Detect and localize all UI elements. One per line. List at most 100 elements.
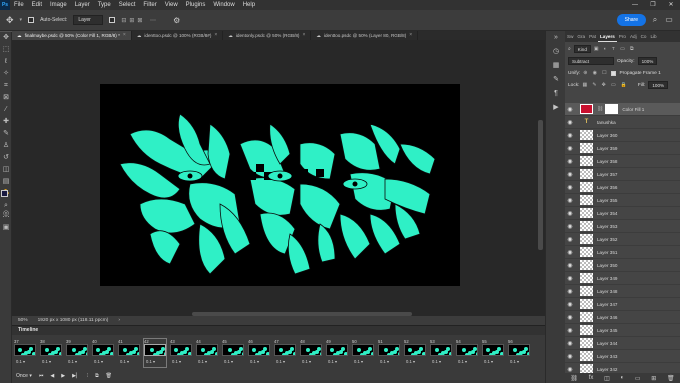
visibility-eye-icon[interactable]: ◉ bbox=[565, 353, 575, 360]
paragraph-icon[interactable]: ¶ bbox=[546, 87, 566, 101]
visibility-eye-icon[interactable]: ◉ bbox=[565, 366, 575, 373]
layer-row[interactable]: ◉ Ttanushka bbox=[565, 116, 680, 129]
panel-tab-sw[interactable]: Sw bbox=[565, 31, 575, 42]
visibility-eye-icon[interactable]: ◉ bbox=[565, 288, 575, 295]
align-icons[interactable]: ⊟⊞⊠ ⋯ bbox=[121, 17, 159, 24]
gear-icon[interactable]: ⚙ bbox=[173, 16, 180, 25]
visibility-eye-icon[interactable]: ◉ bbox=[565, 236, 575, 243]
add-mask-icon[interactable]: ◫ bbox=[604, 375, 610, 382]
menu-layer[interactable]: Layer bbox=[71, 0, 94, 10]
screen-mode-icon[interactable]: ▣ bbox=[0, 222, 12, 234]
timeline-frame[interactable]: 44 0.1 ▾ bbox=[196, 339, 218, 367]
menu-window[interactable]: Window bbox=[209, 0, 238, 10]
timeline-frame[interactable]: 40 0.1 ▾ bbox=[92, 339, 114, 367]
tool-preset-dropdown[interactable]: ▾ bbox=[20, 17, 23, 23]
timeline-frame[interactable]: 37 0.1 ▾ bbox=[14, 339, 36, 367]
timeline-frame[interactable]: 54 0.1 ▾ bbox=[456, 339, 478, 367]
timeline-frame[interactable]: 42 0.1 ▾ bbox=[143, 338, 167, 368]
share-button[interactable]: Share bbox=[616, 14, 646, 26]
fill-input[interactable]: 100% bbox=[648, 81, 669, 89]
magic-wand-tool-icon[interactable]: ✧ bbox=[0, 68, 12, 80]
first-frame-icon[interactable]: ⏮ bbox=[39, 373, 44, 379]
link-layers-icon[interactable]: ⛓ bbox=[570, 375, 578, 382]
filter-kind-dropdown[interactable]: Kind bbox=[573, 45, 591, 53]
frame-delay-dropdown[interactable]: 0.1 ▾ bbox=[146, 359, 155, 364]
layer-row[interactable]: ◉ Layer 360 bbox=[565, 129, 680, 142]
visibility-eye-icon[interactable]: ◉ bbox=[565, 158, 575, 165]
lasso-tool-icon[interactable]: ℓ bbox=[0, 56, 12, 68]
timeline-frame[interactable]: 53 0.1 ▾ bbox=[430, 339, 452, 367]
trash-icon[interactable]: 🗑 bbox=[667, 375, 675, 382]
document-tab[interactable]: ☁ identonly.psdc @ 50% (RGB/8) × bbox=[223, 31, 312, 40]
visibility-eye-icon[interactable]: ◉ bbox=[565, 171, 575, 178]
panel-tab-pat[interactable]: Pat bbox=[587, 31, 598, 42]
layer-row[interactable]: ◉ Layer 357 bbox=[565, 168, 680, 181]
timeline-frame[interactable]: 39 0.1 ▾ bbox=[66, 339, 88, 367]
timeline-frame[interactable]: 56 0.1 ▾ bbox=[508, 339, 530, 367]
frame-delay-dropdown[interactable]: 0.1 ▾ bbox=[68, 359, 77, 364]
close-tab-icon[interactable]: × bbox=[214, 31, 217, 40]
propagate-checkbox[interactable] bbox=[611, 70, 617, 76]
layer-row[interactable]: ◉ ⛓ Color Fill 1 bbox=[565, 103, 680, 116]
canvas-area[interactable] bbox=[12, 40, 545, 316]
visibility-eye-icon[interactable]: ◉ bbox=[565, 314, 575, 321]
actions-icon[interactable]: ▶ bbox=[546, 101, 566, 115]
frame-delay-dropdown[interactable]: 0.1 ▾ bbox=[380, 359, 389, 364]
frame-delay-dropdown[interactable]: 0.1 ▾ bbox=[120, 359, 129, 364]
history-icon[interactable]: ◷ bbox=[546, 45, 566, 59]
gradient-tool-icon[interactable]: ▤ bbox=[0, 176, 12, 188]
layer-row[interactable]: ◉ Layer 351 bbox=[565, 246, 680, 259]
duplicate-frame-icon[interactable]: ⧉ bbox=[95, 373, 99, 379]
menu-file[interactable]: File bbox=[10, 0, 28, 10]
status-arrow-icon[interactable]: › bbox=[118, 316, 120, 325]
brush-settings-icon[interactable]: ✎ bbox=[546, 73, 566, 87]
layer-row[interactable]: ◉ Layer 347 bbox=[565, 298, 680, 311]
vertical-scrollbar[interactable] bbox=[538, 120, 543, 250]
filter-icons[interactable]: ▣ ◐ T ▭ ⧉ bbox=[594, 46, 635, 52]
stamp-tool-icon[interactable]: ♙ bbox=[0, 140, 12, 152]
next-frame-icon[interactable]: ▶▏ bbox=[72, 373, 80, 379]
visibility-eye-icon[interactable]: ◉ bbox=[565, 145, 575, 152]
timeline-frame[interactable]: 41 0.1 ▾ bbox=[118, 339, 140, 367]
frame-delay-dropdown[interactable]: 0.1 ▾ bbox=[484, 359, 493, 364]
timeline-frame[interactable]: 46 0.1 ▾ bbox=[248, 339, 270, 367]
visibility-eye-icon[interactable]: ◉ bbox=[565, 262, 575, 269]
menu-image[interactable]: Image bbox=[46, 0, 71, 10]
timeline-frame[interactable]: 47 0.1 ▾ bbox=[274, 339, 296, 367]
document-info[interactable]: 1920 px x 1080 px (118.11 ppcm) bbox=[38, 316, 109, 325]
opacity-input[interactable]: 100% bbox=[637, 57, 658, 65]
visibility-eye-icon[interactable]: ◉ bbox=[565, 249, 575, 256]
foreground-color-swatch[interactable] bbox=[1, 190, 8, 197]
menu-edit[interactable]: Edit bbox=[28, 0, 46, 10]
quick-mask-icon[interactable]: ◎ bbox=[0, 208, 12, 220]
visibility-eye-icon[interactable]: ◉ bbox=[565, 106, 575, 113]
visibility-eye-icon[interactable]: ◉ bbox=[565, 340, 575, 347]
eraser-tool-icon[interactable]: ◫ bbox=[0, 164, 12, 176]
layer-row[interactable]: ◉ Layer 352 bbox=[565, 233, 680, 246]
marquee-tool-icon[interactable]: ⬚ bbox=[0, 44, 12, 56]
timeline-frame[interactable]: 50 0.1 ▾ bbox=[352, 339, 374, 367]
timeline-frame[interactable]: 48 0.1 ▾ bbox=[300, 339, 322, 367]
maximize-button[interactable]: ❐ bbox=[644, 0, 662, 10]
unify-icons[interactable]: ⊕ ◉ ☐ bbox=[583, 71, 608, 76]
frame-delay-dropdown[interactable]: 0.1 ▾ bbox=[302, 359, 311, 364]
close-button[interactable]: ✕ bbox=[662, 0, 680, 10]
crop-tool-icon[interactable]: ⌗ bbox=[0, 80, 12, 92]
frame-delay-dropdown[interactable]: 0.1 ▾ bbox=[510, 359, 519, 364]
visibility-eye-icon[interactable]: ◉ bbox=[565, 327, 575, 334]
zoom-level[interactable]: 50% bbox=[18, 316, 28, 325]
collapse-panels-icon[interactable]: » bbox=[546, 31, 566, 45]
menu-plugins[interactable]: Plugins bbox=[182, 0, 210, 10]
layer-row[interactable]: ◉ Layer 359 bbox=[565, 142, 680, 155]
close-tab-icon[interactable]: × bbox=[409, 31, 412, 40]
new-layer-icon[interactable]: ⊞ bbox=[651, 375, 656, 382]
auto-select-dropdown[interactable]: Layer bbox=[73, 15, 104, 25]
frame-delay-dropdown[interactable]: 0.1 ▾ bbox=[16, 359, 25, 364]
layer-row[interactable]: ◉ Layer 346 bbox=[565, 311, 680, 324]
menu-type[interactable]: Type bbox=[94, 0, 115, 10]
frame-tool-icon[interactable]: ⊠ bbox=[0, 92, 12, 104]
frame-delay-dropdown[interactable]: 0.1 ▾ bbox=[250, 359, 259, 364]
panel-tab-pro[interactable]: Pro bbox=[617, 31, 628, 42]
frame-delay-dropdown[interactable]: 0.1 ▾ bbox=[276, 359, 285, 364]
panel-tab-co[interactable]: Co bbox=[639, 31, 649, 42]
